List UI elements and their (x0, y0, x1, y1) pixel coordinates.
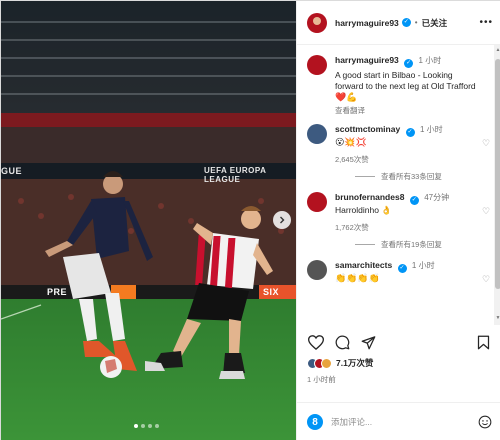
carousel-dot (155, 424, 159, 428)
avatar[interactable] (307, 124, 327, 144)
avatar[interactable] (307, 55, 327, 75)
following-button[interactable]: 已关注 (422, 17, 448, 29)
led-banner-right: UEFA EUROPA LEAGUE (204, 166, 267, 184)
comment-icon[interactable] (333, 333, 351, 351)
avatar[interactable] (307, 192, 327, 212)
smiley-icon[interactable] (478, 415, 492, 429)
like-comment-heart-icon[interactable]: ♡ (482, 206, 494, 233)
comment-text: 👏👏👏👏 (335, 273, 380, 283)
caption-text: A good start in Bilbao - Looking forward… (335, 70, 476, 91)
caption-username[interactable]: harrymaguire93 (335, 55, 399, 65)
carousel-indicator (134, 424, 159, 428)
comments-list[interactable]: harrymaguire93 ✓ 1 小时 A good start in Bi… (297, 45, 494, 325)
verified-badge-icon: ✓ (397, 264, 407, 273)
carousel-dot (134, 424, 138, 428)
scroll-up-icon[interactable]: ▲ (495, 47, 500, 55)
share-icon[interactable] (359, 333, 377, 351)
football-match-photo (1, 1, 296, 440)
post-photo[interactable]: GUE UEFA EUROPA LEAGUE PRE SIX (1, 1, 296, 440)
view-replies-link[interactable]: 查看所有33条回复 (355, 171, 494, 182)
scrollbar-thumb[interactable] (495, 59, 500, 289)
like-comment-heart-icon[interactable]: ♡ (482, 138, 494, 165)
comment-username[interactable]: samarchitects (335, 260, 392, 270)
comment-item: brunofernandes8 ✓ 47分钟 Harroldinho 👌 1,7… (307, 192, 494, 233)
verified-badge-icon: ✓ (405, 128, 415, 137)
add-comment-bar: 8 添加评论... (297, 402, 500, 440)
comment-text: Harroldinho 👌 (335, 205, 392, 215)
likes-count[interactable]: 7.1万次赞 (336, 357, 373, 369)
separator-dot: • (414, 18, 418, 27)
comment-time: 1 小时 (411, 261, 435, 270)
header-username[interactable]: harrymaguire93 (335, 18, 399, 28)
caption-time: 1 小时 (418, 56, 442, 65)
more-options-icon[interactable]: ••• (479, 17, 493, 28)
avatar (321, 357, 332, 369)
instagram-post-window: GUE UEFA EUROPA LEAGUE PRE SIX harrymagu… (0, 0, 500, 440)
comment-likes[interactable]: 2,645次赞 (335, 154, 478, 165)
chevron-right-icon (280, 216, 285, 224)
post-time: 1 小时前 (307, 375, 336, 384)
view-replies-link[interactable]: 查看所有19条回复 (355, 239, 494, 250)
board-text-2: SIX (263, 287, 280, 297)
likes-summary[interactable]: 7.1万次赞 (307, 357, 492, 369)
carousel-dot (141, 424, 145, 428)
scroll-down-icon[interactable]: ▼ (495, 315, 500, 323)
emoji-picker-icon[interactable]: 8 (307, 414, 323, 430)
post-header: harrymaguire93 ✓ • 已关注 ••• (297, 1, 500, 45)
translate-link[interactable]: 查看翻译 (335, 105, 480, 116)
post-caption: harrymaguire93 ✓ 1 小时 A good start in Bi… (307, 55, 494, 116)
post-actions: 7.1万次赞 1 小时前 (297, 329, 500, 385)
board-text-1: PRE (47, 287, 68, 297)
bookmark-icon[interactable] (474, 333, 492, 351)
like-comment-heart-icon[interactable]: ♡ (482, 274, 494, 285)
carousel-dot (148, 424, 152, 428)
comment-time: 47分钟 (424, 193, 450, 202)
comment-item: samarchitects ✓ 1 小时 👏👏👏👏 ♡ (307, 260, 494, 285)
verified-badge-icon: ✓ (404, 59, 414, 68)
avatar[interactable] (307, 12, 327, 33)
comment-likes[interactable]: 1,762次赞 (335, 222, 478, 233)
next-photo-button[interactable] (273, 211, 291, 229)
verified-badge-icon: ✓ (401, 18, 411, 27)
like-heart-icon[interactable] (307, 333, 325, 351)
comment-text: 😮💥💢 (335, 137, 367, 147)
post-side-panel: harrymaguire93 ✓ • 已关注 ••• harrymaguire9… (296, 1, 500, 440)
comment-username[interactable]: scottmctominay (335, 124, 400, 134)
comment-item: scottmctominay ✓ 1 小时 😮💥💢 2,645次赞 ♡ (307, 124, 494, 165)
comment-input[interactable]: 添加评论... (331, 416, 478, 428)
avatar[interactable] (307, 260, 327, 280)
led-banner-left: GUE (1, 166, 23, 176)
verified-badge-icon: ✓ (409, 196, 419, 205)
comment-time: 1 小时 (419, 125, 443, 134)
comment-username[interactable]: brunofernandes8 (335, 192, 404, 202)
caption-emojis: ❤️💪 (335, 92, 358, 102)
comments-scrollbar[interactable]: ▲ ▼ (494, 45, 500, 325)
